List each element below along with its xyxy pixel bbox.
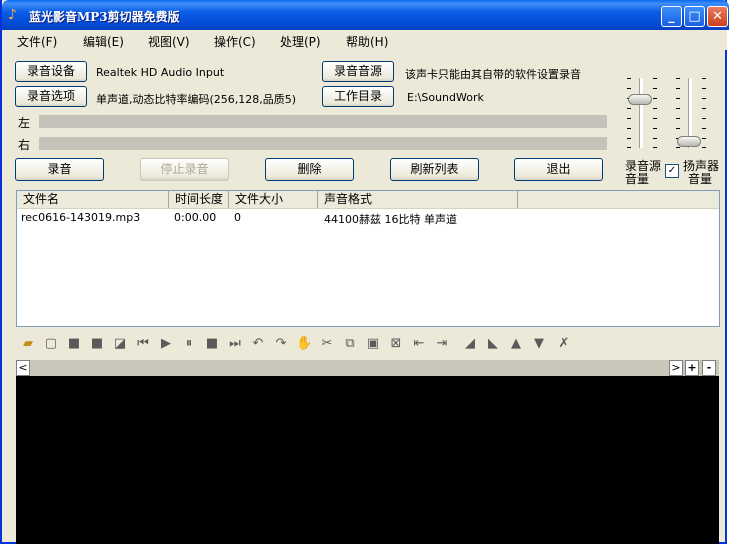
mix-paste-icon[interactable]: ⊠ [388, 336, 404, 352]
speaker-slider-thumb[interactable] [677, 136, 701, 147]
window-title: 蓝光影音MP3剪切器免费版 [29, 10, 180, 24]
column-format[interactable]: 声音格式 [318, 191, 518, 208]
left-level-meter [39, 115, 607, 128]
stop-icon[interactable]: ■ [204, 336, 220, 352]
menu-bar: 文件(F) 编辑(E) 视图(V) 操作(C) 处理(P) 帮助(H) [4, 30, 727, 50]
skip-start-icon[interactable]: ⏮ [135, 336, 151, 352]
row-duration: 0:00.00 [174, 211, 217, 224]
work-dir-button[interactable]: 工作目录 [322, 86, 394, 107]
menu-file[interactable]: 文件(F) [17, 33, 57, 50]
right-channel-label: 右 [18, 138, 31, 152]
trim-right-icon[interactable]: ⇥ [434, 336, 450, 352]
edit-toolbar: ▰ ▢ ■ ■ ◪ ⏮ ▶ ⏸ ■ ⏭ ↶ ↷ ✋ ✂ ⧉ ▣ ⊠ ⇤ ⇥ ◢ … [16, 333, 720, 355]
file-list-header: 文件名 时间长度 文件大小 声音格式 [17, 191, 719, 209]
pause-icon[interactable]: ⏸ [181, 336, 197, 352]
column-filename[interactable]: 文件名 [17, 191, 169, 208]
waveform-display[interactable] [16, 376, 719, 544]
record-device-button[interactable]: 录音设备 [15, 61, 87, 82]
undo-icon[interactable]: ↶ [250, 336, 266, 352]
waveform-scrollbar[interactable]: < > + - [16, 360, 719, 376]
app-window: ♪ 蓝光影音MP3剪切器免费版 _ □ ✕ 文件(F) 编辑(E) 视图(V) … [0, 0, 729, 544]
work-dir-value: E:\SoundWork [407, 91, 484, 104]
left-channel-label: 左 [18, 116, 31, 130]
record-options-button[interactable]: 录音选项 [15, 86, 87, 107]
copy-icon[interactable]: ⧉ [342, 336, 358, 352]
title-bar[interactable]: ♪ 蓝光影音MP3剪切器免费版 _ □ ✕ [2, 0, 729, 30]
menu-edit[interactable]: 编辑(E) [83, 33, 124, 50]
speaker-volume-checkbox[interactable]: ✓ [665, 164, 679, 178]
record-device-value: Realtek HD Audio Input [96, 66, 225, 79]
skip-end-icon[interactable]: ⏭ [227, 336, 243, 352]
menu-view[interactable]: 视图(V) [148, 33, 190, 50]
volume-down-icon[interactable]: ▼ [531, 336, 547, 352]
row-filename: rec0616-143019.mp3 [21, 211, 141, 224]
file-list[interactable]: 文件名 时间长度 文件大小 声音格式 rec0616-143019.mp3 0:… [16, 190, 720, 327]
record-button[interactable]: 录音 [15, 158, 104, 181]
record-source-button[interactable]: 录音音源 [322, 61, 394, 82]
minimize-button[interactable]: _ [661, 6, 682, 27]
delete-button[interactable]: 删除 [265, 158, 354, 181]
stop-record-button[interactable]: 停止录音 [140, 158, 229, 181]
row-format: 44100赫兹 16比特 单声道 [324, 213, 457, 226]
fade-out-icon[interactable]: ◣ [485, 336, 501, 352]
zoom-in-button[interactable]: + [685, 360, 699, 376]
speaker-volume-label-2: 音量 [688, 172, 713, 186]
new-file-icon[interactable]: ▢ [43, 336, 59, 352]
menu-operate[interactable]: 操作(C) [214, 33, 256, 50]
menu-process[interactable]: 处理(P) [280, 33, 321, 50]
app-logo-icon: ♪ [8, 7, 17, 23]
record-options-value: 单声道,动态比特率编码(256,128,品质5) [96, 93, 297, 106]
exit-button[interactable]: 退出 [514, 158, 603, 181]
record-source-value: 该声卡只能由其自带的软件设置录音 [405, 68, 581, 81]
zoom-out-button[interactable]: - [702, 360, 716, 376]
hand-icon[interactable]: ✋ [296, 336, 312, 352]
redo-icon[interactable]: ↷ [273, 336, 289, 352]
save-icon[interactable]: ■ [66, 336, 82, 352]
maximize-button[interactable]: □ [684, 6, 705, 27]
export-icon[interactable]: ◪ [112, 336, 128, 352]
clear-icon[interactable]: ✗ [556, 336, 572, 352]
play-icon[interactable]: ▶ [158, 336, 174, 352]
fade-in-icon[interactable]: ◢ [462, 336, 478, 352]
scroll-left-button[interactable]: < [16, 360, 30, 376]
save-as-icon[interactable]: ■ [89, 336, 105, 352]
cut-icon[interactable]: ✂ [319, 336, 335, 352]
scroll-right-button[interactable]: > [669, 360, 683, 376]
trim-left-icon[interactable]: ⇤ [411, 336, 427, 352]
right-level-meter [39, 137, 607, 150]
record-source-volume-label-2: 音量 [625, 172, 650, 186]
column-size[interactable]: 文件大小 [229, 191, 318, 208]
row-size: 0 [234, 211, 241, 224]
paste-icon[interactable]: ▣ [365, 336, 381, 352]
refresh-list-button[interactable]: 刷新列表 [390, 158, 479, 181]
close-button[interactable]: ✕ [707, 6, 728, 27]
volume-up-icon[interactable]: ▲ [508, 336, 524, 352]
column-duration[interactable]: 时间长度 [169, 191, 229, 208]
open-folder-icon[interactable]: ▰ [20, 336, 36, 352]
menu-help[interactable]: 帮助(H) [346, 33, 388, 50]
record-source-slider-thumb[interactable] [628, 94, 652, 105]
